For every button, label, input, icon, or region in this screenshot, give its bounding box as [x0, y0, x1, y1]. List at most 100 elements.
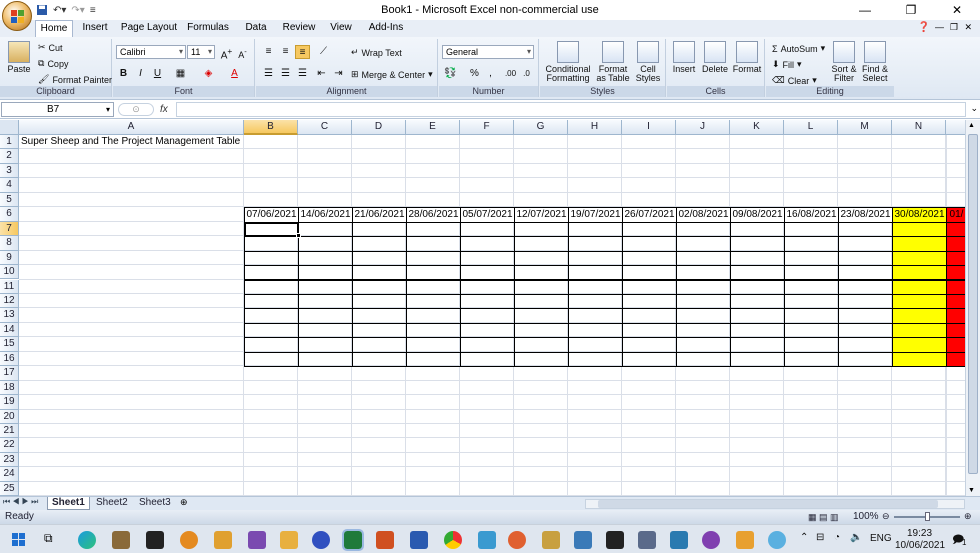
row-header-24[interactable]: 24 [0, 467, 19, 482]
format-as-table-button[interactable]: Format as Table [594, 41, 632, 83]
date-header-cell[interactable]: 21/06/2021 [352, 207, 407, 223]
table-cell[interactable] [514, 351, 569, 368]
vertical-scroll-thumb[interactable] [968, 134, 978, 474]
table-cell[interactable] [946, 293, 965, 310]
grow-font-icon[interactable]: A+ [219, 45, 234, 61]
table-cell[interactable] [514, 236, 569, 252]
format-painter-button[interactable]: 🖌 Format Painter [38, 74, 112, 85]
ribbon-minimize-icon[interactable]: — [935, 22, 944, 32]
table-cell[interactable] [838, 293, 893, 310]
table-cell[interactable] [514, 308, 569, 324]
table-cell[interactable] [730, 293, 785, 310]
table-cell[interactable] [730, 279, 785, 295]
table-cell[interactable] [298, 337, 353, 353]
table-cell[interactable] [946, 337, 965, 353]
table-cell[interactable] [676, 279, 731, 295]
italic-icon[interactable]: I [133, 67, 148, 81]
formula-cancel-icon[interactable]: ⊙ [118, 103, 154, 116]
help-icon[interactable]: ❓ [918, 22, 930, 33]
app-icon-6[interactable] [280, 531, 298, 549]
table-cell[interactable] [352, 221, 407, 238]
table-cell[interactable] [946, 351, 965, 368]
sort-filter-button[interactable]: Sort & Filter [830, 41, 858, 83]
table-cell[interactable] [892, 351, 947, 368]
table-cell[interactable] [406, 293, 461, 310]
table-cell[interactable] [298, 250, 353, 267]
vertical-scrollbar[interactable]: ▲ ▼ [965, 120, 980, 496]
sheet-tab-1[interactable]: Sheet1 [47, 497, 90, 510]
tab-data[interactable]: Data [240, 20, 272, 37]
decrease-decimal-icon[interactable]: .0 [519, 67, 534, 81]
table-cell[interactable] [244, 265, 299, 281]
column-header-partial[interactable] [946, 120, 965, 135]
table-cell[interactable] [676, 250, 731, 267]
table-cell[interactable] [730, 322, 785, 339]
app-icon-7[interactable] [312, 531, 330, 549]
table-cell[interactable] [784, 250, 839, 267]
row-header-10[interactable]: 10 [0, 265, 19, 280]
underline-icon[interactable]: U [150, 67, 165, 81]
table-cell[interactable] [352, 351, 407, 368]
align-top-icon[interactable]: ≡ [261, 45, 276, 59]
table-cell[interactable] [568, 337, 623, 353]
row-header-1[interactable]: 1 [0, 135, 19, 150]
table-cell[interactable] [406, 250, 461, 267]
network-icon[interactable]: ⊟ [816, 532, 824, 543]
tab-review[interactable]: Review [281, 20, 317, 37]
weather-icon[interactable] [768, 531, 786, 549]
table-cell[interactable] [244, 337, 299, 353]
table-cell[interactable] [406, 337, 461, 353]
cell-a1[interactable]: Super Sheep and The Project Management T… [21, 135, 240, 149]
table-cell[interactable] [406, 236, 461, 252]
table-cell[interactable] [676, 265, 731, 281]
column-header-a[interactable]: A [19, 120, 244, 135]
table-cell[interactable] [568, 265, 623, 281]
number-format-select[interactable]: General [442, 45, 534, 59]
column-header-h[interactable]: H [568, 120, 622, 135]
ribbon-restore-icon[interactable]: ❐ [950, 22, 958, 33]
table-cell[interactable] [244, 279, 299, 295]
font-color-icon[interactable]: A [227, 67, 242, 81]
date-header-cell[interactable]: 01/ [946, 207, 965, 223]
app-icon-1[interactable] [112, 531, 130, 549]
table-cell[interactable] [352, 265, 407, 281]
table-cell[interactable] [514, 337, 569, 353]
row-header-25[interactable]: 25 [0, 481, 19, 496]
column-header-b[interactable]: B [244, 120, 298, 135]
autosum-button[interactable]: Σ AutoSum ▾ [772, 43, 825, 54]
date-header-cell[interactable]: 30/08/2021 [892, 207, 947, 223]
table-cell[interactable] [568, 221, 623, 238]
table-cell[interactable] [406, 279, 461, 295]
table-cell[interactable] [946, 322, 965, 339]
row-header-17[interactable]: 17 [0, 366, 19, 381]
sheet-nav-icons[interactable]: ⏮ ◀ ▶ ⏭ [3, 497, 38, 507]
table-cell[interactable] [514, 221, 569, 238]
orientation-icon[interactable]: ⟋ [316, 45, 331, 59]
table-cell[interactable] [514, 293, 569, 310]
wrap-text-button[interactable]: ↵ Wrap Text [351, 47, 402, 58]
table-cell[interactable] [676, 337, 731, 353]
font-size-select[interactable]: 11 [187, 45, 215, 59]
table-cell[interactable] [622, 308, 677, 324]
table-cell[interactable] [460, 337, 515, 353]
sheet-tab-3[interactable]: Sheet3 [135, 497, 175, 510]
table-cell[interactable] [244, 293, 299, 310]
expand-formula-icon[interactable]: ⌄ [970, 103, 978, 114]
task-view-icon[interactable]: ⧉ [44, 531, 62, 549]
table-cell[interactable] [568, 351, 623, 368]
table-cell[interactable] [838, 250, 893, 267]
borders-icon[interactable]: ▦ [173, 67, 188, 81]
table-cell[interactable] [352, 337, 407, 353]
table-cell[interactable] [838, 337, 893, 353]
date-header-cell[interactable]: 14/06/2021 [298, 207, 353, 223]
language-indicator[interactable]: ENG [870, 533, 892, 544]
table-cell[interactable] [892, 322, 947, 339]
table-cell[interactable] [622, 322, 677, 339]
table-cell[interactable] [892, 236, 947, 252]
decrease-indent-icon[interactable]: ⇤ [314, 67, 329, 81]
table-cell[interactable] [784, 322, 839, 339]
table-cell[interactable] [676, 293, 731, 310]
align-middle-icon[interactable]: ≡ [278, 45, 293, 59]
app-icon-10[interactable] [542, 531, 560, 549]
zoom-in-icon[interactable]: ⊕ [964, 510, 972, 523]
